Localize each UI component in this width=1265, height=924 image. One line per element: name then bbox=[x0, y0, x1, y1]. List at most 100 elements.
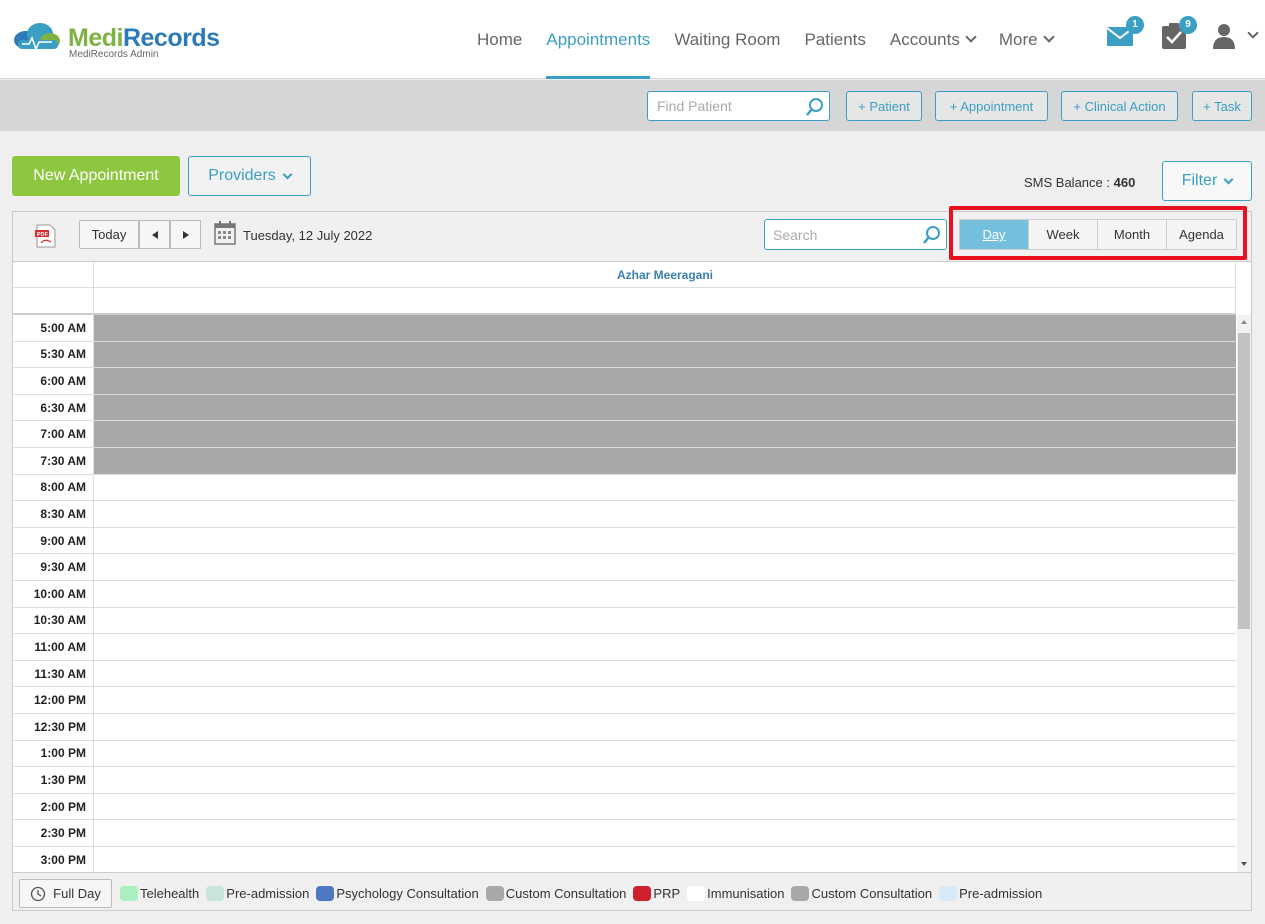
time-slot-row: 8:30 AM bbox=[13, 501, 1236, 528]
sms-balance: SMS Balance : 460 bbox=[1024, 175, 1136, 190]
appointment-type-legend: Telehealth Pre-admission Psychology Consul… bbox=[120, 886, 1049, 901]
legend-label: Psychology Consultation bbox=[336, 886, 479, 901]
time-label: 11:00 AM bbox=[34, 639, 86, 654]
time-slot-row: 12:00 PM bbox=[13, 687, 1236, 714]
time-slot-row: 10:30 AM bbox=[13, 607, 1236, 635]
filter-dropdown[interactable]: Filter bbox=[1162, 161, 1252, 201]
legend-label: Telehealth bbox=[140, 886, 200, 901]
all-day-cell[interactable] bbox=[93, 288, 1236, 315]
time-label: 9:30 AM bbox=[40, 560, 86, 575]
time-slot[interactable] bbox=[93, 687, 1236, 713]
legend-label: Custom Consultation bbox=[811, 886, 933, 901]
mail-count-badge: 1 bbox=[1126, 16, 1144, 34]
scroll-up-icon[interactable] bbox=[1241, 320, 1247, 324]
time-label: 7:30 AM bbox=[40, 453, 86, 468]
time-slot-row: 9:30 AM bbox=[13, 554, 1236, 581]
time-slot[interactable] bbox=[93, 474, 1236, 501]
time-slot[interactable] bbox=[93, 660, 1236, 687]
nav-waiting-room[interactable]: Waiting Room bbox=[662, 0, 792, 79]
calendar-icon[interactable] bbox=[214, 221, 236, 245]
legend-color-swatch bbox=[120, 886, 138, 901]
time-slot[interactable] bbox=[93, 740, 1236, 767]
time-label: 1:30 PM bbox=[40, 772, 86, 787]
nav-appointments[interactable]: Appointments bbox=[534, 0, 662, 79]
chevron-down-icon bbox=[282, 169, 293, 179]
nav-more[interactable]: More bbox=[987, 0, 1065, 79]
time-slot-row: 5:30 AM bbox=[13, 341, 1236, 369]
scheduler-search-input[interactable] bbox=[765, 220, 915, 249]
legend-color-swatch bbox=[316, 886, 335, 901]
chevron-down-icon bbox=[1223, 174, 1234, 184]
next-day-button[interactable] bbox=[170, 220, 201, 249]
find-patient-box bbox=[647, 91, 830, 121]
full-day-button[interactable]: Full Day bbox=[19, 879, 112, 908]
brand-subtitle: MediRecords Admin bbox=[69, 49, 159, 60]
messages-button[interactable]: 1 bbox=[1106, 16, 1144, 52]
time-label: 12:30 PM bbox=[33, 719, 86, 734]
legend-color-swatch bbox=[633, 886, 652, 901]
time-slot[interactable] bbox=[93, 634, 1236, 660]
providers-dropdown[interactable]: Providers bbox=[188, 156, 311, 196]
add-appointment-button[interactable]: + Appointment bbox=[935, 91, 1048, 121]
time-slot-row: 7:00 AM bbox=[13, 421, 1236, 448]
prev-day-button[interactable] bbox=[139, 220, 170, 249]
time-slot[interactable] bbox=[93, 554, 1236, 580]
time-slot[interactable] bbox=[93, 581, 1236, 607]
legend-label: PRP bbox=[653, 886, 681, 901]
time-slot[interactable] bbox=[93, 793, 1236, 820]
provider-name: Azhar Meeragani bbox=[93, 262, 1236, 288]
blocked-time-slot[interactable] bbox=[93, 421, 1236, 447]
add-task-button[interactable]: + Task bbox=[1192, 91, 1252, 121]
add-patient-button[interactable]: + Patient bbox=[846, 91, 922, 121]
nav-accounts[interactable]: Accounts bbox=[878, 0, 987, 79]
time-label: 5:30 AM bbox=[40, 347, 86, 362]
pdf-export-icon[interactable]: PDF bbox=[35, 224, 57, 248]
legend-color-swatch bbox=[485, 886, 504, 901]
tasks-button[interactable]: 9 bbox=[1161, 16, 1197, 52]
scheduler-toolbar: PDF Today Tuesday, 12 July 2022 Day bbox=[13, 206, 1251, 262]
user-menu[interactable] bbox=[1212, 22, 1259, 52]
legend-label: Pre-admission bbox=[959, 886, 1043, 901]
add-clinical-action-button[interactable]: + Clinical Action bbox=[1061, 91, 1178, 121]
scrollbar-thumb[interactable] bbox=[1238, 333, 1250, 629]
chevron-down-icon bbox=[1247, 27, 1259, 39]
time-label: 12:00 PM bbox=[33, 693, 86, 708]
time-slot[interactable] bbox=[93, 820, 1236, 846]
quick-actions-toolbar: + Patient + Appointment + Clinical Actio… bbox=[0, 80, 1265, 131]
view-switcher-highlight bbox=[949, 206, 1247, 260]
time-label: 6:00 AM bbox=[40, 373, 86, 388]
time-label: 5:00 AM bbox=[40, 320, 86, 335]
scheduler-scrollbar[interactable] bbox=[1237, 315, 1251, 872]
blocked-time-slot[interactable] bbox=[93, 394, 1236, 421]
legend-label: Custom Consultation bbox=[505, 886, 627, 901]
time-label: 7:00 AM bbox=[40, 427, 86, 442]
time-slot[interactable] bbox=[93, 714, 1236, 740]
clock-icon bbox=[31, 886, 46, 901]
time-slot[interactable] bbox=[93, 527, 1236, 554]
blocked-time-slot[interactable] bbox=[93, 368, 1236, 394]
today-button[interactable]: Today bbox=[79, 220, 139, 249]
medirecords-logo[interactable]: MediRecords MediRecords Admin bbox=[12, 20, 222, 60]
time-slot-row: 2:30 PM bbox=[13, 820, 1236, 847]
legend-bar: Full Day Telehealth Pre-admission Psycholo… bbox=[13, 872, 1251, 910]
time-label: 2:00 PM bbox=[40, 799, 86, 814]
time-slot[interactable] bbox=[93, 847, 1236, 872]
legend-item: Custom Consultation bbox=[485, 886, 627, 901]
time-label: 3:00 PM bbox=[40, 852, 86, 867]
time-slot[interactable] bbox=[93, 767, 1236, 793]
time-label: 11:30 AM bbox=[34, 666, 86, 681]
blocked-time-slot[interactable] bbox=[93, 315, 1236, 341]
scroll-down-icon[interactable] bbox=[1241, 862, 1247, 866]
search-icon[interactable] bbox=[805, 97, 825, 117]
search-icon[interactable] bbox=[922, 225, 942, 245]
legend-item: PRP bbox=[633, 886, 680, 901]
nav-patients[interactable]: Patients bbox=[792, 0, 877, 79]
nav-home[interactable]: Home bbox=[465, 0, 534, 79]
blocked-time-slot[interactable] bbox=[93, 448, 1236, 474]
time-label: 8:00 AM bbox=[40, 480, 86, 495]
time-slot[interactable] bbox=[93, 607, 1236, 634]
time-slot[interactable] bbox=[93, 501, 1236, 527]
find-patient-input[interactable] bbox=[648, 92, 798, 120]
blocked-time-slot[interactable] bbox=[93, 341, 1236, 368]
new-appointment-button[interactable]: New Appointment bbox=[12, 156, 180, 196]
